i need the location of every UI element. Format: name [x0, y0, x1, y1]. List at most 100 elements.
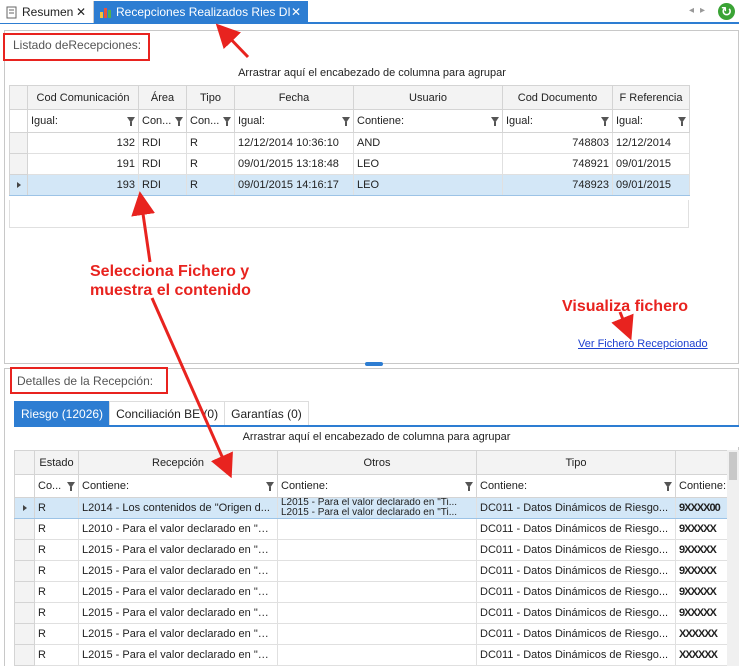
- column-header-f-referencia[interactable]: F Referencia: [612, 85, 690, 110]
- cell: 191: [27, 153, 139, 175]
- cell: 748803: [502, 132, 613, 154]
- recepciones-grid: Cod Comunicación Área Tipo Fecha Usuario…: [9, 85, 690, 196]
- close-icon[interactable]: ✕: [76, 5, 86, 19]
- tab-conciliacion[interactable]: Conciliación BE (0): [109, 401, 226, 425]
- cell: RDI: [138, 153, 187, 175]
- annotation-line: muestra el contenido: [90, 282, 251, 299]
- filter-cell[interactable]: Contiene:: [78, 474, 278, 498]
- filter-operator: Con...: [190, 115, 220, 127]
- tab-resumen[interactable]: Resumen ✕: [0, 1, 94, 23]
- cell: 748923: [502, 174, 613, 196]
- filter-icon[interactable]: [491, 117, 499, 126]
- cell: DC011 - Datos Dinámicos de Riesgo...: [476, 602, 676, 624]
- column-header-estado[interactable]: Estado: [34, 450, 79, 475]
- grid-empty-area: [9, 200, 689, 228]
- tab-resumen-label: Resumen: [22, 5, 74, 19]
- tab-recepciones[interactable]: Recepciones Realizados Ries DI ✕: [94, 1, 308, 23]
- group-by-area[interactable]: Arrastrar aquí el encabezado de columna …: [14, 427, 739, 447]
- row-indicator[interactable]: [14, 644, 35, 666]
- row-indicator[interactable]: [9, 132, 28, 154]
- table-row[interactable]: R L2015 - Para el valor declarado en "Ti…: [14, 539, 739, 561]
- row-indicator-header: [9, 85, 28, 110]
- filter-cell[interactable]: Con...: [186, 109, 235, 133]
- filter-icon[interactable]: [223, 117, 231, 126]
- column-header-area[interactable]: Área: [138, 85, 187, 110]
- cell: [277, 560, 477, 582]
- cell: L2014 - Los contenidos de "Origen d...: [78, 497, 278, 519]
- row-indicator[interactable]: [14, 539, 35, 561]
- tab-scroll-arrows[interactable]: ◂▸: [689, 5, 711, 16]
- filter-cell[interactable]: Contiene:: [353, 109, 503, 133]
- cell: AND: [353, 132, 503, 154]
- row-indicator[interactable]: [14, 581, 35, 603]
- column-header-recepcion[interactable]: Recepción: [78, 450, 278, 475]
- filter-icon[interactable]: [664, 482, 672, 491]
- table-row[interactable]: 191 RDI R 09/01/2015 13:18:48 LEO 748921…: [9, 153, 690, 175]
- tab-garantias[interactable]: Garantías (0): [224, 401, 309, 425]
- filter-cell[interactable]: Igual:: [612, 109, 690, 133]
- vertical-scrollbar[interactable]: [727, 450, 739, 666]
- row-indicator[interactable]: [9, 153, 28, 175]
- table-row[interactable]: 132 RDI R 12/12/2014 10:36:10 AND 748803…: [9, 132, 690, 154]
- column-header-tipo[interactable]: Tipo: [186, 85, 235, 110]
- scrollbar-thumb[interactable]: [729, 452, 737, 480]
- filter-icon[interactable]: [601, 117, 609, 126]
- filter-operator: Contiene:: [357, 115, 405, 127]
- group-by-area[interactable]: Arrastrar aquí el encabezado de columna …: [9, 63, 735, 83]
- filter-cell[interactable]: Igual:: [502, 109, 613, 133]
- filter-icon[interactable]: [127, 117, 135, 126]
- cell: DC011 - Datos Dinámicos de Riesgo...: [476, 539, 676, 561]
- table-row[interactable]: R L2015 - Para el valor declarado en "Ti…: [14, 581, 739, 603]
- column-header-cod-comunicacion[interactable]: Cod Comunicación: [27, 85, 139, 110]
- table-row[interactable]: R L2015 - Para el valor declarado en "Ti…: [14, 644, 739, 666]
- cell: L2015 - Para el valor declarado en "Ti..…: [78, 581, 278, 603]
- table-row[interactable]: R L2010 - Para el valor declarado en "Ti…: [14, 518, 739, 540]
- filter-cell[interactable]: Co...: [34, 474, 79, 498]
- cell: L2015 - Para el valor declarado en "Ti..…: [78, 623, 278, 645]
- table-row[interactable]: R L2015 - Para el valor declarado en "Ti…: [14, 560, 739, 582]
- column-header-otros[interactable]: Otros: [277, 450, 477, 475]
- filter-cell[interactable]: Con...: [138, 109, 187, 133]
- filter-operator: Con...: [142, 115, 172, 127]
- filter-cell[interactable]: Igual:: [27, 109, 139, 133]
- filter-cell[interactable]: Igual:: [234, 109, 354, 133]
- filter-icon[interactable]: [678, 117, 686, 126]
- filter-icon[interactable]: [175, 117, 183, 126]
- refresh-icon[interactable]: ↻: [718, 3, 735, 20]
- cell: [277, 581, 477, 603]
- row-indicator[interactable]: [14, 623, 35, 645]
- table-row[interactable]: R L2015 - Para el valor declarado en "Ti…: [14, 623, 739, 645]
- cell: R: [34, 623, 79, 645]
- filter-cell[interactable]: Contiene:: [476, 474, 676, 498]
- annotation-visualiza: Visualiza fichero: [562, 298, 688, 315]
- column-header-fecha[interactable]: Fecha: [234, 85, 354, 110]
- tab-riesgo[interactable]: Riesgo (12026): [14, 401, 111, 425]
- table-row-selected[interactable]: 193 RDI R 09/01/2015 14:16:17 LEO 748923…: [9, 174, 690, 196]
- close-icon[interactable]: ✕: [291, 5, 301, 19]
- row-indicator[interactable]: [9, 174, 28, 196]
- column-header-tipo[interactable]: Tipo: [476, 450, 676, 475]
- cell: R: [186, 174, 235, 196]
- column-header-cod-documento[interactable]: Cod Documento: [502, 85, 613, 110]
- cell: L2010 - Para el valor declarado en "Ti..…: [78, 518, 278, 540]
- row-indicator[interactable]: [14, 497, 35, 519]
- filter-icon[interactable]: [342, 117, 350, 126]
- highlight-box: [3, 33, 150, 61]
- splitter-handle[interactable]: [365, 362, 383, 366]
- cell: RDI: [138, 174, 187, 196]
- filter-icon[interactable]: [465, 482, 473, 491]
- row-indicator[interactable]: [14, 602, 35, 624]
- cell: R: [186, 132, 235, 154]
- table-row-selected[interactable]: R L2014 - Los contenidos de "Origen d...…: [14, 497, 739, 519]
- row-indicator: [9, 109, 28, 133]
- cell: 748921: [502, 153, 613, 175]
- cell: R: [186, 153, 235, 175]
- filter-icon[interactable]: [67, 482, 75, 491]
- filter-icon[interactable]: [266, 482, 274, 491]
- row-indicator[interactable]: [14, 518, 35, 540]
- ver-fichero-link[interactable]: Ver Fichero Recepcionado: [578, 338, 708, 350]
- row-indicator[interactable]: [14, 560, 35, 582]
- column-header-usuario[interactable]: Usuario: [353, 85, 503, 110]
- filter-cell[interactable]: Contiene:: [277, 474, 477, 498]
- table-row[interactable]: R L2015 - Para el valor declarado en "Ti…: [14, 602, 739, 624]
